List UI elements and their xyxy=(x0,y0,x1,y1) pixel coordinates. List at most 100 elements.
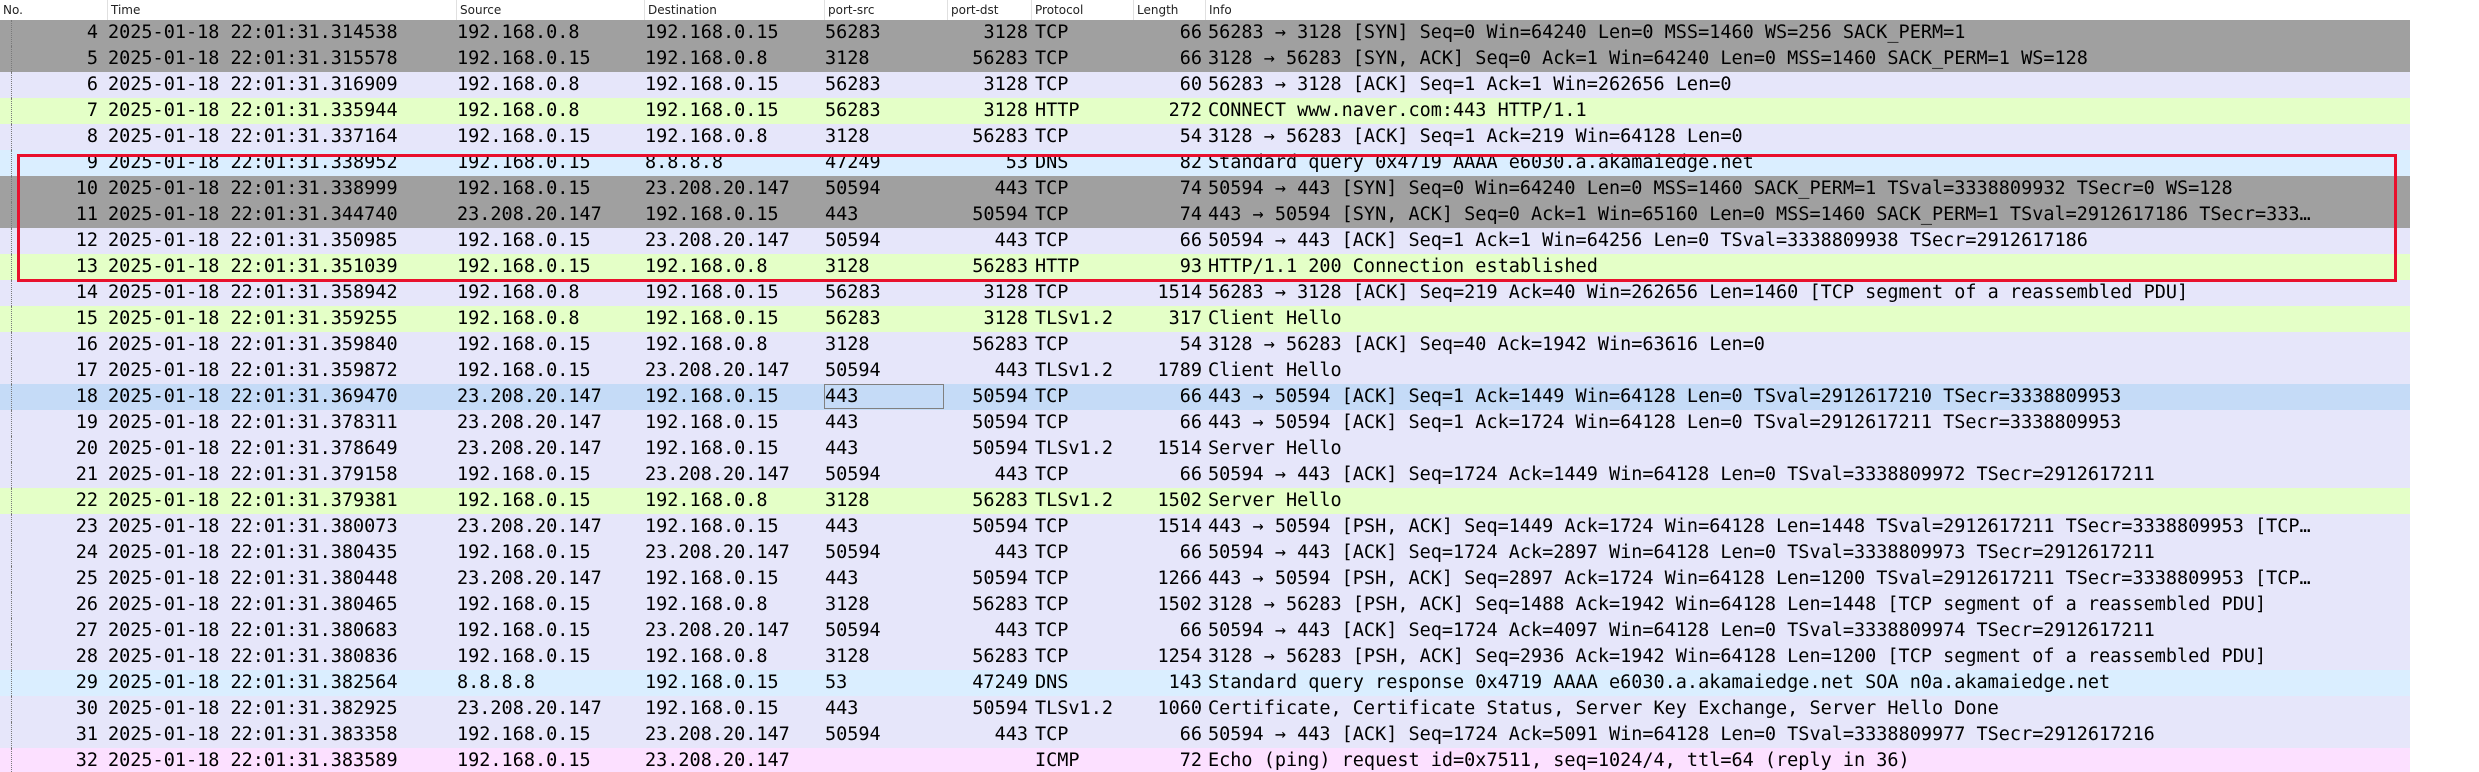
column-header-no[interactable]: No. xyxy=(0,0,108,20)
cell-destination: 192.168.0.15 xyxy=(645,698,779,719)
packet-row[interactable]: 24 2025-01-18 22:01:31.380435 192.168.0.15… xyxy=(0,540,2410,566)
column-header-source[interactable]: Source xyxy=(457,0,645,20)
packet-row[interactable]: 26 2025-01-18 22:01:31.380465 192.168.0.15… xyxy=(0,592,2410,618)
cell-destination: 192.168.0.15 xyxy=(645,308,779,329)
cell-source: 192.168.0.15 xyxy=(457,490,591,511)
cell-time: 2025-01-18 22:01:31.338952 xyxy=(108,152,398,173)
packet-row[interactable]: 10 2025-01-18 22:01:31.338999 192.168.0.15… xyxy=(0,176,2410,202)
packet-row[interactable]: 20 2025-01-18 22:01:31.378649 23.208.20.14… xyxy=(0,436,2410,462)
cell-destination: 192.168.0.15 xyxy=(645,568,779,589)
cell-source: 23.208.20.147 xyxy=(457,386,602,407)
column-header-protocol[interactable]: Protocol xyxy=(1032,0,1134,20)
packet-row[interactable]: 31 2025-01-18 22:01:31.383358 192.168.0.15… xyxy=(0,722,2410,748)
right-margin xyxy=(2410,0,2479,772)
packet-row[interactable]: 16 2025-01-18 22:01:31.359840 192.168.0.15… xyxy=(0,332,2410,358)
cell-info: 50594 → 443 [SYN] Seq=0 Win=64240 Len=0 … xyxy=(1208,178,2233,199)
cell-info: 443 → 50594 [ACK] Seq=1 Ack=1724 Win=641… xyxy=(1208,412,2122,433)
packet-row[interactable]: 6 2025-01-18 22:01:31.316909 192.168.0.8 19… xyxy=(0,72,2410,98)
cell-protocol: TCP xyxy=(1035,230,1069,251)
cell-destination: 192.168.0.15 xyxy=(645,100,779,121)
cell-source: 8.8.8.8 xyxy=(457,672,535,693)
packet-row[interactable]: 32 2025-01-18 22:01:31.383589 192.168.0.15… xyxy=(0,748,2410,772)
cell-protocol: TCP xyxy=(1035,516,1069,537)
packet-row[interactable]: 22 2025-01-18 22:01:31.379381 192.168.0.15… xyxy=(0,488,2410,514)
packet-row[interactable]: 28 2025-01-18 22:01:31.380836 192.168.0.15… xyxy=(0,644,2410,670)
packet-row[interactable]: 5 2025-01-18 22:01:31.315578 192.168.0.15 1… xyxy=(0,46,2410,72)
cell-protocol: TCP xyxy=(1035,204,1069,225)
cell-no: 27 xyxy=(75,620,98,641)
cell-no: 23 xyxy=(75,516,98,537)
packet-row[interactable]: 11 2025-01-18 22:01:31.344740 23.208.20.14… xyxy=(0,202,2410,228)
cell-destination: 192.168.0.15 xyxy=(645,516,779,537)
packet-row[interactable]: 21 2025-01-18 22:01:31.379158 192.168.0.15… xyxy=(0,462,2410,488)
packet-row[interactable]: 12 2025-01-18 22:01:31.350985 192.168.0.15… xyxy=(0,228,2410,254)
column-header-port-src[interactable]: port-src xyxy=(825,0,948,20)
cell-destination: 192.168.0.8 xyxy=(645,490,768,511)
column-header-port-dst[interactable]: port-dst xyxy=(948,0,1032,20)
cell-protocol: TLSv1.2 xyxy=(1035,360,1113,381)
cell-no: 28 xyxy=(75,646,98,667)
cell-time: 2025-01-18 22:01:31.383358 xyxy=(108,724,398,745)
packet-row[interactable]: 7 2025-01-18 22:01:31.335944 192.168.0.8 19… xyxy=(0,98,2410,124)
cell-port-dst: 56283 xyxy=(972,48,1028,69)
cell-protocol: HTTP xyxy=(1035,100,1080,121)
cell-source: 192.168.0.15 xyxy=(457,178,591,199)
cell-info: 3128 → 56283 [PSH, ACK] Seq=1488 Ack=194… xyxy=(1208,594,2267,615)
cell-no: 15 xyxy=(75,308,98,329)
cell-no: 18 xyxy=(75,386,98,407)
packet-row[interactable]: 19 2025-01-18 22:01:31.378311 23.208.20.14… xyxy=(0,410,2410,436)
cell-length: 66 xyxy=(1179,230,1202,251)
cell-port-src: 443 xyxy=(825,698,859,719)
cell-destination: 192.168.0.15 xyxy=(645,74,779,95)
packet-row[interactable]: 23 2025-01-18 22:01:31.380073 23.208.20.14… xyxy=(0,514,2410,540)
cell-no: 6 xyxy=(86,74,98,95)
cell-port-dst: 56283 xyxy=(972,126,1028,147)
packet-row[interactable]: 29 2025-01-18 22:01:31.382564 8.8.8.8 192.1… xyxy=(0,670,2410,696)
cell-port-dst: 53 xyxy=(1005,152,1028,173)
cell-port-src: 3128 xyxy=(825,646,870,667)
cell-no: 10 xyxy=(75,178,98,199)
cell-source: 192.168.0.15 xyxy=(457,542,591,563)
column-header-length[interactable]: Length xyxy=(1134,0,1206,20)
cell-length: 272 xyxy=(1168,100,1202,121)
packet-row[interactable]: 14 2025-01-18 22:01:31.358942 192.168.0.8 1… xyxy=(0,280,2410,306)
cell-source: 192.168.0.15 xyxy=(457,126,591,147)
column-header-destination[interactable]: Destination xyxy=(645,0,825,20)
cell-time: 2025-01-18 22:01:31.351039 xyxy=(108,256,398,277)
packet-row[interactable]: 30 2025-01-18 22:01:31.382925 23.208.20.14… xyxy=(0,696,2410,722)
cell-destination: 192.168.0.8 xyxy=(645,126,768,147)
packet-row[interactable]: 8 2025-01-18 22:01:31.337164 192.168.0.15 1… xyxy=(0,124,2410,150)
cell-port-dst: 443 xyxy=(994,464,1028,485)
packet-row[interactable]: 9 2025-01-18 22:01:31.338952 192.168.0.15 8… xyxy=(0,150,2410,176)
cell-no: 13 xyxy=(75,256,98,277)
cell-length: 54 xyxy=(1179,126,1202,147)
cell-source: 23.208.20.147 xyxy=(457,204,602,225)
packet-row[interactable]: 27 2025-01-18 22:01:31.380683 192.168.0.15… xyxy=(0,618,2410,644)
cell-port-src: 53 xyxy=(825,672,848,693)
packet-row[interactable]: 17 2025-01-18 22:01:31.359872 192.168.0.15… xyxy=(0,358,2410,384)
cell-length: 1514 xyxy=(1157,438,1202,459)
cell-info: 56283 → 3128 [ACK] Seq=1 Ack=1 Win=26265… xyxy=(1208,74,1732,95)
cell-destination: 23.208.20.147 xyxy=(645,750,790,771)
cell-info: 3128 → 56283 [ACK] Seq=40 Ack=1942 Win=6… xyxy=(1208,334,1765,355)
cell-protocol: TLSv1.2 xyxy=(1035,698,1113,719)
column-header-time[interactable]: Time xyxy=(108,0,457,20)
cell-time: 2025-01-18 22:01:31.315578 xyxy=(108,48,398,69)
column-header-info[interactable]: Info xyxy=(1206,0,2410,20)
cell-length: 1266 xyxy=(1157,568,1202,589)
packet-row[interactable]: 18 2025-01-18 22:01:31.369470 23.208.20.14… xyxy=(0,384,2410,410)
packet-row[interactable]: 13 2025-01-18 22:01:31.351039 192.168.0.15… xyxy=(0,254,2410,280)
packet-list-pane: No. Time Source Destination port-src por… xyxy=(0,0,2479,772)
cell-port-dst: 50594 xyxy=(972,204,1028,225)
packet-row[interactable]: 15 2025-01-18 22:01:31.359255 192.168.0.8 1… xyxy=(0,306,2410,332)
cell-port-dst: 50594 xyxy=(972,516,1028,537)
cell-destination: 192.168.0.8 xyxy=(645,334,768,355)
packet-row[interactable]: 25 2025-01-18 22:01:31.380448 23.208.20.14… xyxy=(0,566,2410,592)
cell-port-dst: 443 xyxy=(994,724,1028,745)
packet-row[interactable]: 4 2025-01-18 22:01:31.314538 192.168.0.8 19… xyxy=(0,20,2410,46)
cell-source: 192.168.0.8 xyxy=(457,100,580,121)
cell-no: 11 xyxy=(75,204,98,225)
cell-length: 1502 xyxy=(1157,594,1202,615)
cell-length: 66 xyxy=(1179,724,1202,745)
cell-destination: 192.168.0.15 xyxy=(645,22,779,43)
